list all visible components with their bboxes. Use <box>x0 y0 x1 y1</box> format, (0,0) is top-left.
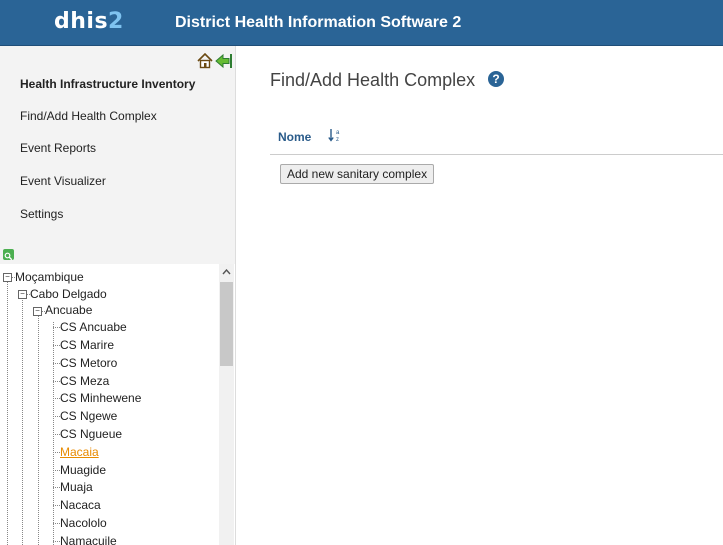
tree-node-facility[interactable]: CS Meza <box>60 374 109 388</box>
app-header: dhis2 District Health Information Softwa… <box>0 0 723 46</box>
tree-node-district[interactable]: Ancuabe <box>45 303 92 317</box>
sort-icon[interactable]: a z <box>328 128 342 145</box>
tree-node-facility[interactable]: Nacaca <box>60 498 101 512</box>
menu-item-health-infrastructure-inventory[interactable]: Health Infrastructure Inventory <box>20 77 195 91</box>
menu-item-event-visualizer[interactable]: Event Visualizer <box>20 174 106 188</box>
column-header-nome[interactable]: Nome <box>278 130 311 144</box>
tree-line <box>53 322 54 545</box>
tree-line <box>22 295 23 545</box>
tree-node-facility[interactable]: CS Marire <box>60 338 114 352</box>
tree-node-facility[interactable]: Muagide <box>60 463 106 477</box>
scroll-up-icon[interactable] <box>222 267 231 277</box>
dhis2-logo[interactable]: dhis2 <box>54 9 124 34</box>
tree-node-facility[interactable]: Nacololo <box>60 516 107 530</box>
menu-item-find-add-health-complex[interactable]: Find/Add Health Complex <box>20 109 157 123</box>
tree-scrollbar[interactable] <box>219 264 234 545</box>
tree-node-facility[interactable]: CS Ngewe <box>60 409 117 423</box>
main-content: Find/Add Health Complex ? Nome a z Add n… <box>236 46 723 545</box>
scrollbar-thumb[interactable] <box>220 282 233 366</box>
tree-node-facility[interactable]: CS Minhewene <box>60 391 141 405</box>
collapse-menu-icon[interactable] <box>215 53 232 69</box>
svg-text:a: a <box>336 130 340 136</box>
divider <box>270 154 723 155</box>
tree-node-province[interactable]: Cabo Delgado <box>30 287 107 301</box>
tree-search-icon[interactable] <box>3 249 14 261</box>
add-sanitary-complex-button[interactable]: Add new sanitary complex <box>280 164 435 184</box>
tree-line <box>7 278 8 545</box>
collapse-icon[interactable]: − <box>3 273 12 282</box>
tree-node-facility[interactable]: CS Ngueue <box>60 427 122 441</box>
sidebar: Health Infrastructure Inventory Find/Add… <box>0 46 236 545</box>
app-title: District Health Information Software 2 <box>175 14 462 31</box>
tree-node-facility[interactable]: Muaja <box>60 480 93 494</box>
collapse-icon[interactable]: − <box>18 290 27 299</box>
tree-line <box>38 312 39 545</box>
tree-node-facility[interactable]: Namacuile <box>60 534 117 545</box>
tree-node-root[interactable]: Moçambique <box>15 270 84 284</box>
help-icon[interactable]: ? <box>488 71 504 87</box>
org-unit-tree: − Moçambique − Cabo Delgado − Ancuabe CS… <box>0 264 235 545</box>
tree-node-selected[interactable]: Macaia <box>60 445 99 459</box>
collapse-icon[interactable]: − <box>33 307 42 316</box>
sidebar-icons <box>197 52 233 74</box>
tree-node-facility[interactable]: CS Metoro <box>60 356 117 370</box>
menu-item-settings[interactable]: Settings <box>20 207 63 221</box>
svg-text:z: z <box>336 137 339 142</box>
tree-node-facility[interactable]: CS Ancuabe <box>60 320 127 334</box>
page-title: Find/Add Health Complex <box>270 70 476 90</box>
menu-item-event-reports[interactable]: Event Reports <box>20 141 96 155</box>
home-icon[interactable] <box>197 52 213 69</box>
